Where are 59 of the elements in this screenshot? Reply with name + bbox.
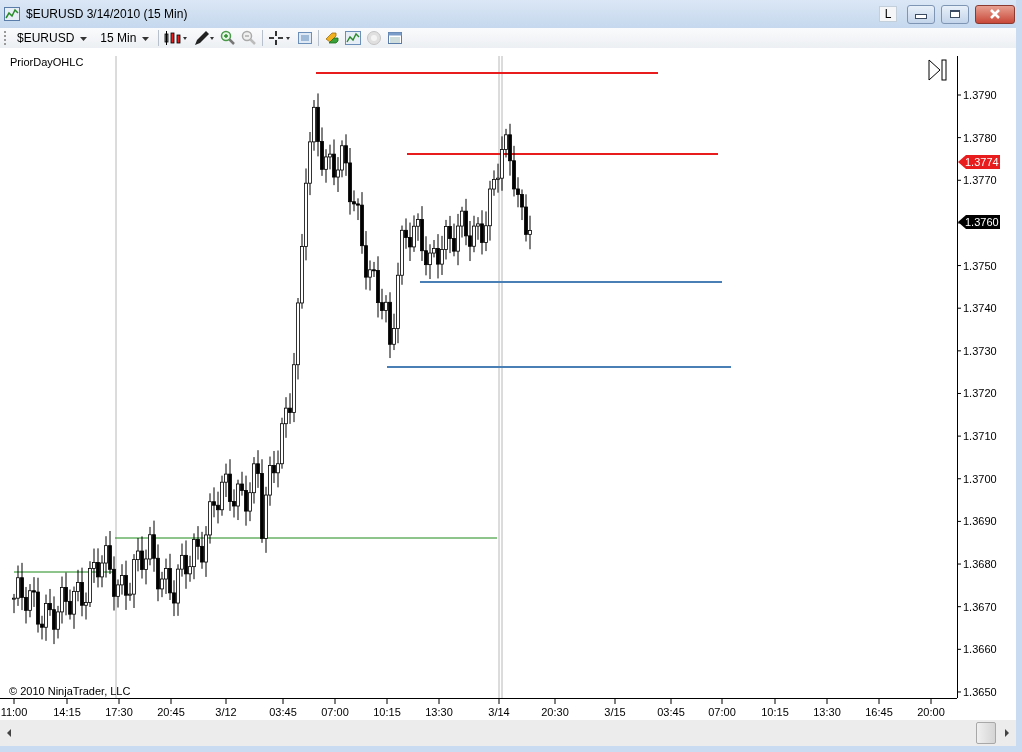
time-axis-label: 14:15 (53, 706, 81, 718)
time-axis-label: 16:45 (865, 706, 893, 718)
price-axis-label: 1.3750 (963, 259, 997, 272)
chart-icon[interactable] (345, 30, 362, 46)
price-axis-label: 1.3690 (963, 515, 997, 528)
time-axis-label: 3/15 (604, 706, 626, 718)
caret-icon (80, 36, 88, 41)
maximize-icon[interactable] (941, 4, 969, 24)
price-axis-label: 1.3790 (963, 89, 997, 101)
price-marker-label: 1.3760 (965, 216, 999, 228)
time-axis-label: 20:45 (157, 706, 185, 718)
properties-icon[interactable] (297, 30, 314, 46)
time-axis-label: 3/14 (488, 706, 510, 718)
caret-icon (142, 36, 150, 41)
time-axis-label: 13:30 (425, 706, 453, 718)
time-axis-label: 17:30 (105, 706, 133, 718)
refresh-data-icon[interactable] (324, 30, 341, 46)
price-axis-label: 1.3670 (963, 600, 997, 613)
price-axis-label: 1.3710 (963, 430, 997, 443)
zoom-in-icon[interactable] (220, 30, 237, 46)
price-axis-label: 1.3650 (963, 685, 997, 698)
price-axis-label: 1.3770 (963, 174, 997, 187)
minimize-icon[interactable] (907, 4, 935, 24)
scroll-right-icon[interactable] (1004, 729, 1010, 737)
time-axis-label: 11:00 (0, 706, 28, 718)
time-axis-label: 07:00 (708, 706, 736, 718)
price-axis-label: 1.3780 (963, 131, 997, 144)
close-icon[interactable] (975, 4, 1015, 24)
time-axis-label: 10:15 (761, 706, 789, 718)
interval-dropdown[interactable]: 15 Min (96, 31, 154, 45)
price-marker-label: 1.3774 (965, 156, 999, 168)
price-axis-label: 1.3730 (963, 344, 997, 357)
scroll-thumb[interactable] (976, 722, 996, 744)
scroll-to-end-icon[interactable] (928, 59, 947, 81)
price-axis-label: 1.3740 (963, 302, 997, 315)
price-axis-label: 1.3680 (963, 558, 997, 571)
link-button[interactable]: L (879, 6, 897, 22)
data-table-icon[interactable] (387, 30, 404, 46)
time-axis-label: 03:45 (657, 706, 685, 718)
time-axis-label: 3/12 (215, 706, 237, 718)
scroll-left-icon[interactable] (6, 729, 12, 737)
time-axis-label: 20:30 (541, 706, 569, 718)
time-axis-label: 07:00 (321, 706, 349, 718)
candlestick-style-icon[interactable] (164, 30, 189, 46)
price-axis-label: 1.3700 (963, 472, 997, 485)
instrument-dropdown[interactable]: $EURUSD (13, 31, 92, 45)
time-axis-label: 20:00 (917, 706, 945, 718)
price-axis-label: 1.3660 (963, 643, 997, 656)
crosshair-icon[interactable] (268, 30, 293, 46)
time-axis-label: 10:15 (373, 706, 401, 718)
toolbar-grip (4, 31, 8, 45)
indicator-label: PriorDayOHLC (10, 56, 84, 68)
pencil-icon[interactable] (193, 30, 216, 46)
time-axis-label: 03:45 (269, 706, 297, 718)
price-axis-label: 1.3720 (963, 387, 997, 400)
time-axis-label: 13:30 (813, 706, 841, 718)
chart-icon (4, 7, 20, 21)
copyright-text: © 2010 NinjaTrader, LLC (9, 685, 131, 697)
window-title: $EURUSD 3/14/2010 (15 Min) (26, 7, 188, 21)
